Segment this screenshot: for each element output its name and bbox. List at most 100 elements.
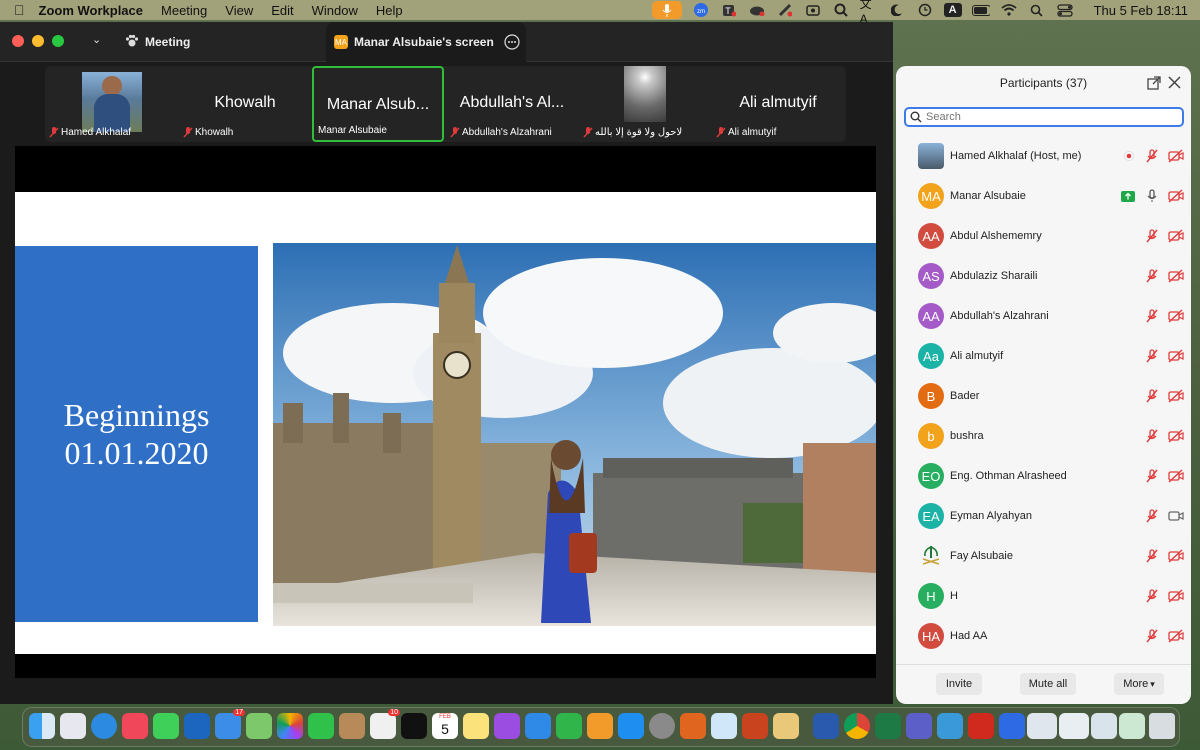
drive-icon[interactable] bbox=[711, 713, 737, 739]
video-off-icon[interactable] bbox=[1168, 348, 1184, 364]
word-icon[interactable] bbox=[813, 713, 839, 739]
archive-icon[interactable] bbox=[773, 713, 799, 739]
video-tile[interactable]: لاحول ولا قوة إلا بالله bbox=[579, 66, 711, 142]
video-off-icon[interactable] bbox=[1168, 308, 1184, 324]
safari-icon[interactable] bbox=[91, 713, 117, 739]
participant-row[interactable]: EO Eng. Othman Alrasheed bbox=[896, 456, 1191, 496]
powerpoint-icon[interactable] bbox=[742, 713, 768, 739]
recent-document-thumbnail[interactable] bbox=[1119, 713, 1145, 739]
video-off-icon[interactable] bbox=[1168, 548, 1184, 564]
muted-mic-icon[interactable] bbox=[1144, 148, 1160, 164]
participant-row[interactable]: EA Eyman Alyahyan bbox=[896, 496, 1191, 536]
close-window-button[interactable] bbox=[12, 35, 24, 47]
menu-edit[interactable]: Edit bbox=[271, 3, 293, 18]
excel-icon[interactable] bbox=[875, 713, 901, 739]
muted-mic-icon[interactable] bbox=[1144, 388, 1160, 404]
muted-mic-icon[interactable] bbox=[1144, 348, 1160, 364]
recent-document-thumbnail[interactable] bbox=[1091, 713, 1117, 739]
participant-row[interactable]: Hamed Alkhalaf (Host, me) bbox=[896, 136, 1191, 176]
participant-row[interactable]: AS Abdulaziz Sharaili bbox=[896, 256, 1191, 296]
microphone-in-use-icon[interactable] bbox=[651, 1, 682, 19]
mute-all-button[interactable]: Mute all bbox=[1020, 673, 1076, 695]
video-tile-active-speaker[interactable]: Manar Alsub... Manar Alsubaie bbox=[312, 66, 444, 142]
menu-meeting[interactable]: Meeting bbox=[161, 3, 207, 18]
calendar-icon[interactable]: FEB 5 bbox=[432, 713, 458, 739]
recent-document-thumbnail[interactable] bbox=[1059, 713, 1089, 739]
input-source-icon[interactable]: A bbox=[943, 3, 962, 17]
outlook-icon[interactable] bbox=[184, 713, 210, 739]
numbers-icon[interactable] bbox=[556, 713, 582, 739]
video-off-icon[interactable] bbox=[1168, 388, 1184, 404]
menu-window[interactable]: Window bbox=[312, 3, 358, 18]
participant-row[interactable]: AA Abdul Alshememry bbox=[896, 216, 1191, 256]
tab-meeting[interactable]: Meeting bbox=[125, 22, 315, 62]
mail-icon[interactable]: 17 bbox=[215, 709, 245, 739]
search-input[interactable] bbox=[926, 111, 1166, 123]
system-settings-icon[interactable] bbox=[649, 713, 675, 739]
podcasts-icon[interactable] bbox=[494, 713, 520, 739]
participant-row[interactable]: AA Abdullah's Alzahrani bbox=[896, 296, 1191, 336]
chrome-icon[interactable] bbox=[844, 713, 870, 739]
time-machine-icon[interactable] bbox=[916, 3, 934, 17]
news-icon[interactable]: 10 bbox=[370, 709, 400, 739]
muted-mic-icon[interactable] bbox=[1144, 428, 1160, 444]
menubar-clock[interactable]: Thu 5 Feb 18:11 bbox=[1094, 3, 1188, 18]
matlab-icon[interactable] bbox=[680, 713, 706, 739]
invite-button[interactable]: Invite bbox=[936, 673, 982, 695]
menu-app-name[interactable]: Zoom Workplace bbox=[39, 3, 144, 18]
wifi-icon[interactable] bbox=[1000, 3, 1018, 17]
battery-icon[interactable] bbox=[971, 3, 990, 17]
chevron-down-icon[interactable]: ⌄ bbox=[92, 33, 101, 46]
teams-tray-icon[interactable]: T bbox=[720, 3, 738, 17]
cloud-sync-icon[interactable] bbox=[748, 3, 766, 17]
participant-row[interactable]: HA Had AA bbox=[896, 616, 1191, 656]
participant-search-field[interactable] bbox=[904, 107, 1184, 127]
keynote-icon[interactable] bbox=[525, 713, 551, 739]
camera-tray-icon[interactable] bbox=[804, 3, 822, 17]
facetime-icon[interactable] bbox=[308, 713, 334, 739]
tab-shared-screen[interactable]: MA Manar Alsubaie's screen bbox=[326, 22, 526, 62]
music-icon[interactable] bbox=[122, 713, 148, 739]
app-store-icon[interactable] bbox=[618, 713, 644, 739]
participant-row[interactable]: HH bbox=[896, 576, 1191, 616]
video-off-icon[interactable] bbox=[1168, 628, 1184, 644]
acrobat-icon[interactable] bbox=[968, 713, 994, 739]
muted-mic-icon[interactable] bbox=[1144, 268, 1160, 284]
participant-row[interactable]: b bushra bbox=[896, 416, 1191, 456]
video-off-icon[interactable] bbox=[1168, 228, 1184, 244]
security-tray-icon[interactable] bbox=[776, 3, 794, 17]
video-off-icon[interactable] bbox=[1168, 188, 1184, 204]
video-tile[interactable]: Khowalh Khowalh bbox=[179, 66, 311, 142]
muted-mic-icon[interactable] bbox=[1144, 508, 1160, 524]
participant-row[interactable]: B Bader bbox=[896, 376, 1191, 416]
finder-icon[interactable] bbox=[29, 713, 55, 739]
menu-help[interactable]: Help bbox=[376, 3, 403, 18]
more-button[interactable]: More ▾ bbox=[1114, 673, 1164, 695]
launchpad-icon[interactable] bbox=[60, 713, 86, 739]
fullscreen-window-button[interactable] bbox=[52, 35, 64, 47]
participant-row[interactable]: Fay Alsubaie bbox=[896, 536, 1191, 576]
video-tile[interactable]: Hamed Alkhalaf bbox=[45, 66, 177, 142]
maps-icon[interactable] bbox=[246, 713, 272, 739]
pages-icon[interactable] bbox=[587, 713, 613, 739]
muted-mic-icon[interactable] bbox=[1144, 548, 1160, 564]
control-center-icon[interactable] bbox=[1056, 3, 1074, 17]
popout-icon[interactable] bbox=[1147, 76, 1161, 95]
video-off-icon[interactable] bbox=[1168, 428, 1184, 444]
muted-mic-icon[interactable] bbox=[1144, 588, 1160, 604]
apple-menu-icon[interactable]:  bbox=[14, 2, 25, 18]
notes-icon[interactable] bbox=[463, 713, 489, 739]
teams-icon[interactable] bbox=[906, 713, 932, 739]
video-off-icon[interactable] bbox=[1168, 588, 1184, 604]
translate-icon[interactable]: 文A bbox=[860, 0, 878, 26]
video-off-icon[interactable] bbox=[1168, 468, 1184, 484]
muted-mic-icon[interactable] bbox=[1144, 628, 1160, 644]
spotlight-icon[interactable] bbox=[1028, 3, 1046, 17]
participant-row[interactable]: MA Manar Alsubaie bbox=[896, 176, 1191, 216]
xcode-tools-icon[interactable] bbox=[937, 713, 963, 739]
recent-document-thumbnail[interactable] bbox=[1027, 713, 1057, 739]
video-off-icon[interactable] bbox=[1168, 268, 1184, 284]
video-tile[interactable]: Abdullah's Al... Abdullah's Alzahrani bbox=[446, 66, 578, 142]
video-off-icon[interactable] bbox=[1168, 148, 1184, 164]
zoom-icon[interactable] bbox=[999, 713, 1025, 739]
